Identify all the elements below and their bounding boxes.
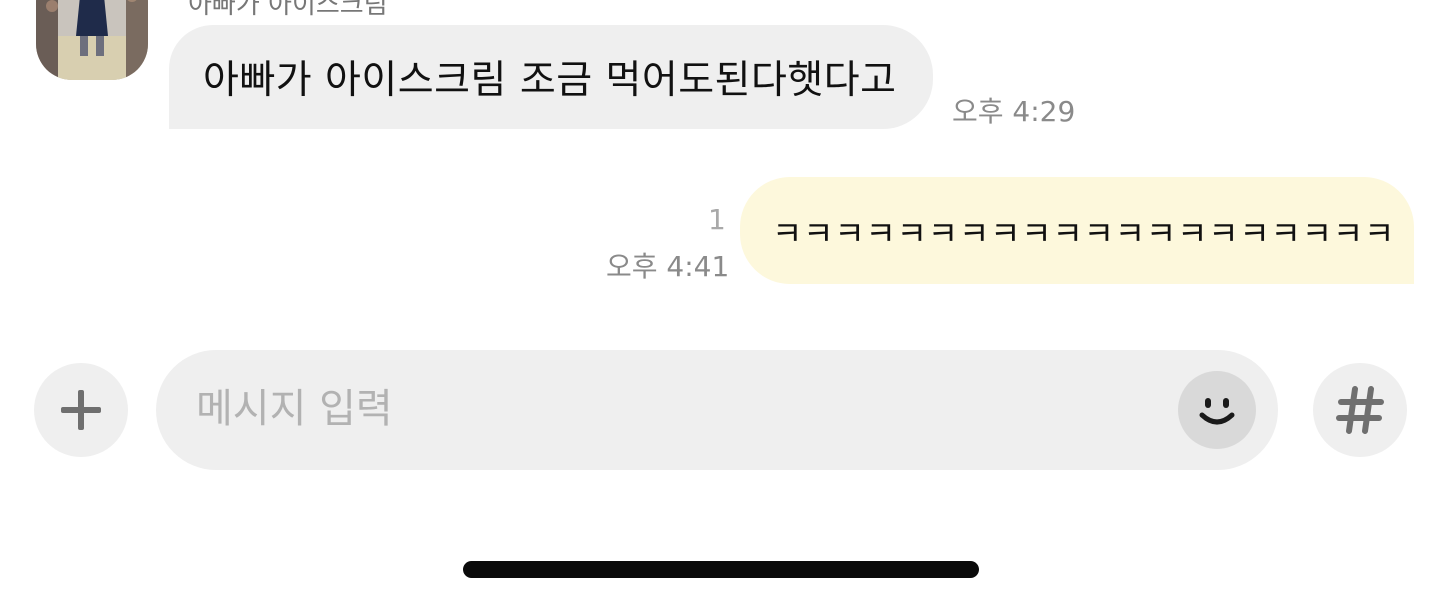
- incoming-timestamp: 오후 4:29: [952, 95, 1076, 128]
- sender-name: 아빠가 아이스크림: [188, 0, 388, 20]
- hash-icon: [1336, 386, 1384, 434]
- plus-icon: [61, 390, 101, 430]
- outgoing-message-bubble[interactable]: ㅋㅋㅋㅋㅋㅋㅋㅋㅋㅋㅋㅋㅋㅋㅋㅋㅋㅋㅋㅋ: [740, 177, 1414, 284]
- incoming-message-bubble[interactable]: 아빠가 아이스크림 조금 먹어도된다햇다고: [169, 25, 933, 129]
- message-input[interactable]: [196, 378, 1156, 440]
- home-indicator[interactable]: [463, 561, 979, 578]
- emoji-button[interactable]: [1178, 371, 1256, 449]
- outgoing-timestamp: 오후 4:41: [606, 250, 730, 283]
- smile-icon: [1199, 398, 1235, 425]
- attach-button[interactable]: [34, 363, 128, 457]
- incoming-message-text: 아빠가 아이스크림 조금 먹어도된다햇다고: [203, 58, 897, 103]
- message-input-container: [156, 350, 1278, 470]
- chat-screen: 아빠가 아이스크림 아빠가 아이스크림 조금 먹어도된다햇다고 오후 4:29 …: [0, 0, 1440, 604]
- unread-count: 1: [708, 203, 726, 236]
- hashtag-button[interactable]: [1313, 363, 1407, 457]
- outgoing-message-text: ㅋㅋㅋㅋㅋㅋㅋㅋㅋㅋㅋㅋㅋㅋㅋㅋㅋㅋㅋㅋ: [772, 213, 1396, 253]
- sender-avatar[interactable]: [36, 0, 148, 80]
- avatar-photo: [36, 0, 148, 80]
